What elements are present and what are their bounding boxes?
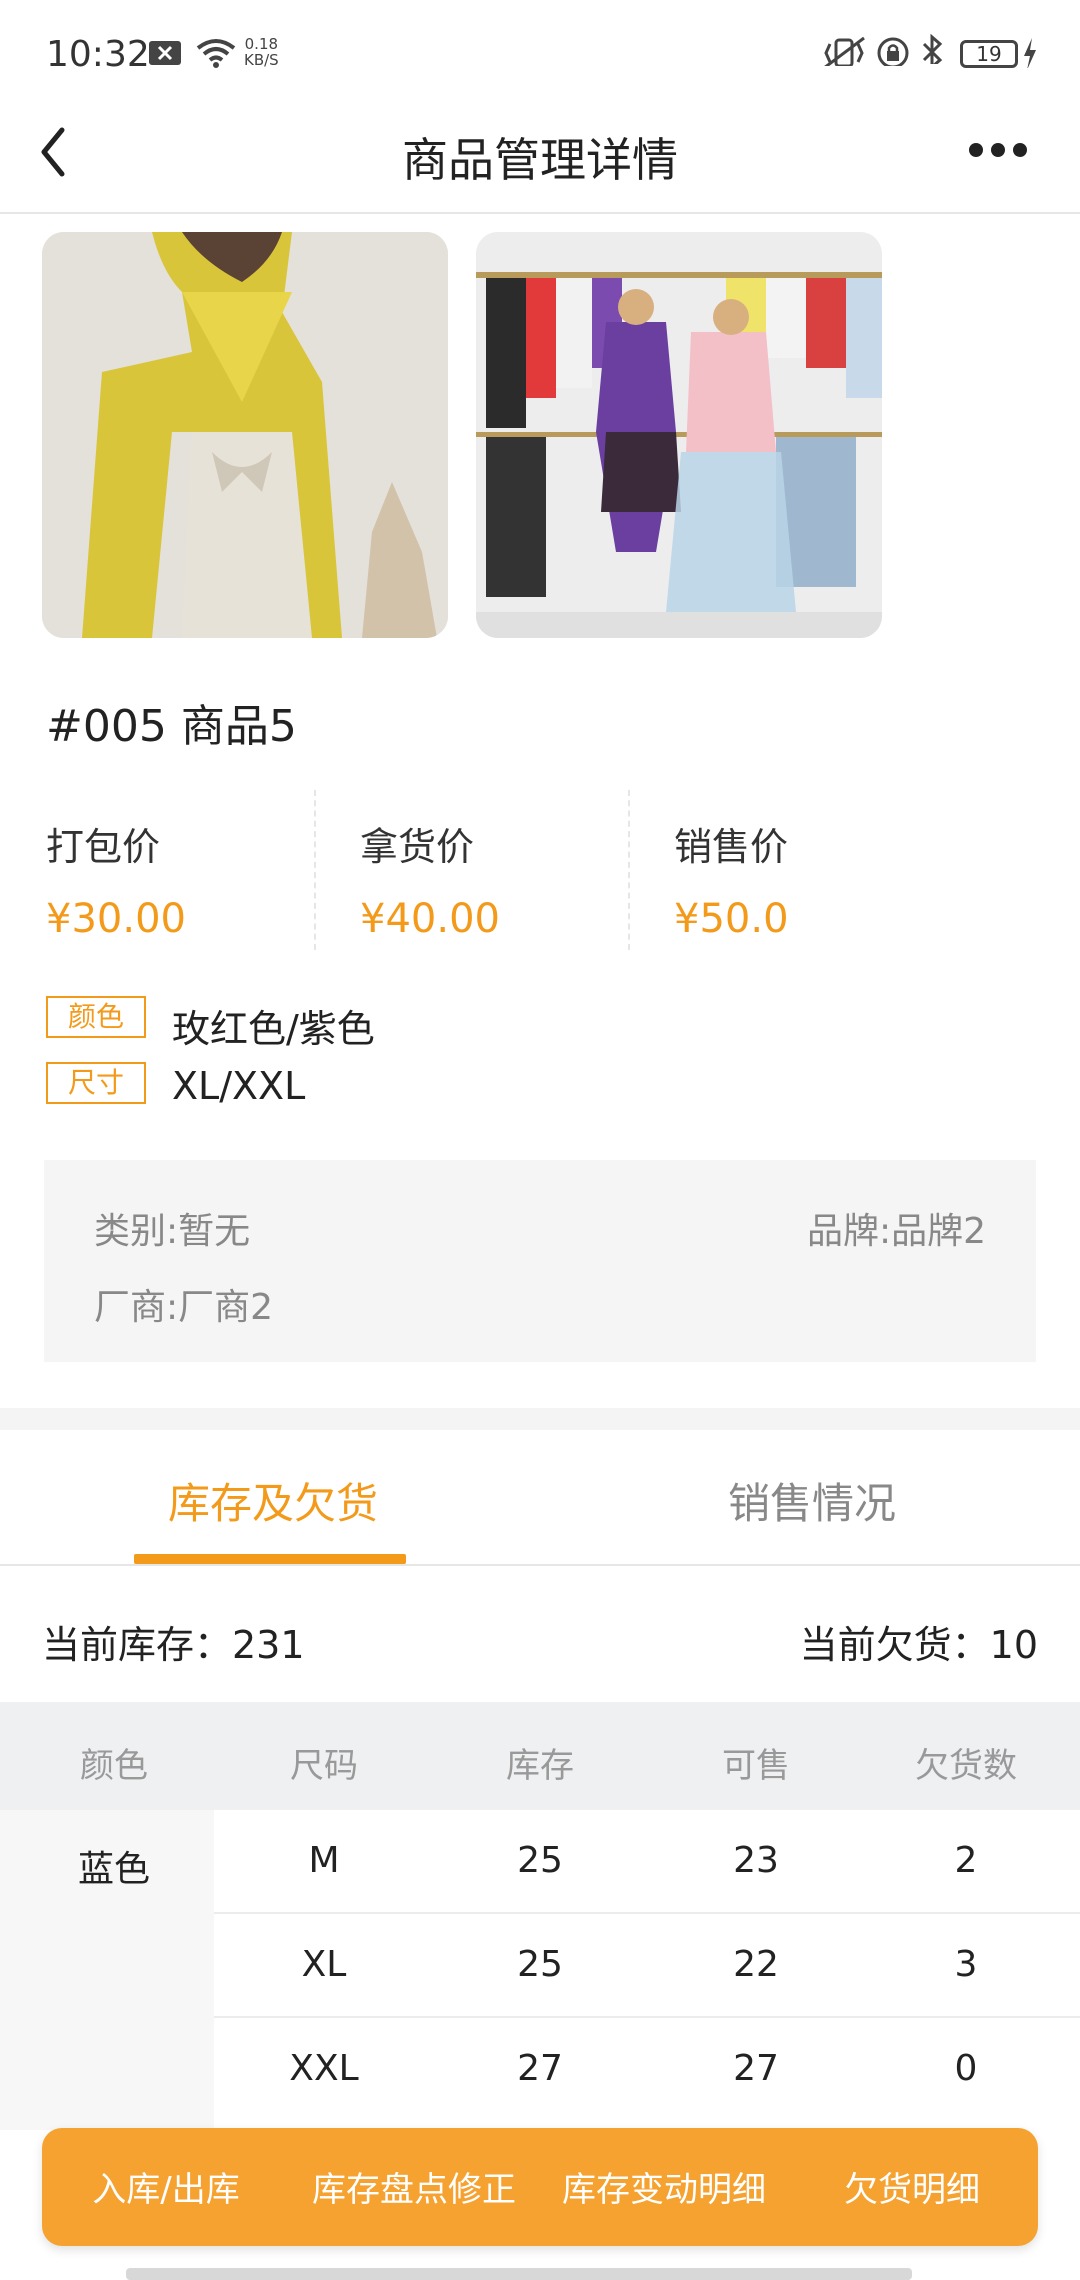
current-owed: 当前欠货：10 [799,1623,1038,1667]
cell-size: XL [301,1944,347,1985]
status-time: 10:32 [46,34,150,75]
header-owed: 欠货数 [915,1746,1017,1786]
close-box-icon [149,41,181,65]
color-name: 蓝色 [77,1849,151,1890]
stock-count-correction-button[interactable]: 库存盘点修正 [312,2162,516,2211]
price-label: 拿货价 [360,825,475,869]
clothing-rack-photo [476,232,882,638]
yellow-cardigan-photo [42,232,448,638]
table-row: XL 25 22 3 [214,1914,1080,2018]
product-image-1[interactable] [42,232,448,638]
cell-available: 23 [733,1840,779,1881]
vibrate-icon [824,36,865,66]
cell-stock: 27 [517,2048,563,2089]
rotation-lock-icon [877,37,909,66]
network-speed-unit: KB/S [244,51,279,69]
price-wholesale: 拿货价 ¥40.00 [314,790,628,950]
network-speed-value: 0.18 [244,35,279,53]
header-stock: 库存 [506,1746,574,1786]
cell-owed: 3 [954,1944,978,1985]
price-label: 打包价 [46,825,161,869]
category-text: 类别:暂无 [94,1211,251,1252]
battery-icon: 19 [960,40,1018,68]
product-image-2[interactable] [476,232,882,638]
header-color: 颜色 [80,1746,148,1786]
cell-size: XXL [289,2048,359,2089]
price-value: ¥40.00 [360,896,500,942]
stock-in-out-button[interactable]: 入库/出库 [92,2162,239,2211]
scroll-content-peek [126,2268,912,2280]
price-pack: 打包价 ¥30.00 [46,790,360,950]
network-speed: 0.18 KB/S [244,36,279,68]
nav-bar: 商品管理详情 [0,100,1080,214]
stock-change-detail-button[interactable]: 库存变动明细 [562,2162,766,2211]
tab-bar: 库存及欠货 销售情况 [0,1430,1080,1566]
manufacturer-text: 厂商:厂商2 [94,1287,274,1328]
cell-available: 22 [733,1944,779,1985]
bluetooth-icon [922,34,943,64]
brand-text: 品牌:品牌2 [806,1211,986,1252]
cell-size: M [308,1840,340,1881]
size-value: XL/XXL [172,1064,306,1108]
stock-table-header: 颜色 尺码 库存 可售 欠货数 [0,1702,1080,1810]
action-bar: 入库/出库 库存盘点修正 库存变动明细 欠货明细 [42,2128,1038,2246]
owed-detail-button[interactable]: 欠货明细 [844,2162,980,2211]
more-horizontal-icon[interactable] [960,120,1040,190]
section-divider [0,1408,1080,1430]
table-row: XXL 27 27 0 [214,2018,1080,2122]
cell-owed: 2 [954,1840,978,1881]
cell-owed: 0 [954,2048,978,2089]
page-title: 商品管理详情 [402,133,678,187]
price-value: ¥50.0 [674,896,789,942]
product-title: #005 商品5 [46,701,297,752]
tab-active-indicator [134,1554,406,1564]
price-retail: 销售价 ¥50.0 [628,790,942,950]
product-info-box: 类别:暂无 品牌:品牌2 厂商:厂商2 [44,1160,1036,1362]
color-cell: 蓝色 [0,1810,214,2130]
stock-table-body: 蓝色 M 25 23 2 XL 25 22 3 XXL 27 27 0 [0,1810,1080,2130]
size-tag: 尺寸 [46,1062,146,1104]
color-value: 玫红色/紫色 [172,1007,375,1051]
status-bar: 10:32 0.18 KB/S 19 [0,0,1080,100]
color-tag: 颜色 [46,996,146,1038]
cell-stock: 25 [517,1944,563,1985]
cell-available: 27 [733,2048,779,2089]
header-size: 尺码 [290,1746,358,1786]
charging-icon [1024,38,1036,68]
price-label: 销售价 [674,825,789,869]
cell-stock: 25 [517,1840,563,1881]
tab-stock-owed[interactable]: 库存及欠货 [168,1470,378,1531]
price-value: ¥30.00 [46,896,186,942]
table-row: M 25 23 2 [214,1810,1080,1914]
tab-sales[interactable]: 销售情况 [728,1470,896,1531]
wifi-icon [196,39,236,68]
header-available: 可售 [722,1746,790,1786]
current-stock: 当前库存：231 [42,1623,305,1667]
